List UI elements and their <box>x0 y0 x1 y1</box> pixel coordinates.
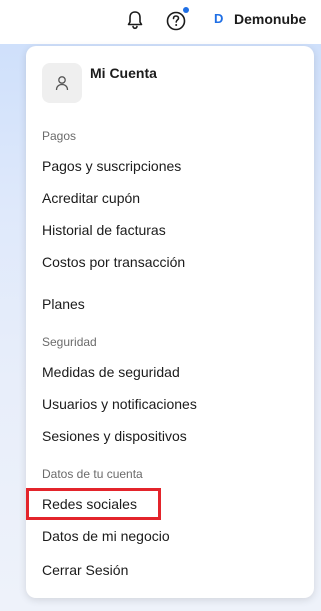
menu-title: Mi Cuenta <box>90 65 157 81</box>
menu-item-sesiones-dispositivos[interactable]: Sesiones y dispositivos <box>42 428 187 444</box>
user-icon <box>42 63 82 103</box>
top-bar: D Demonube <box>0 0 321 44</box>
menu-item-historial-facturas[interactable]: Historial de facturas <box>42 222 166 238</box>
menu-item-costos-transaccion[interactable]: Costos por transacción <box>42 254 185 270</box>
menu-item-datos-negocio[interactable]: Datos de mi negocio <box>42 528 170 544</box>
menu-item-usuarios-notificaciones[interactable]: Usuarios y notificaciones <box>42 396 197 412</box>
section-label-datos-cuenta: Datos de tu cuenta <box>42 467 143 481</box>
account-menu: Mi Cuenta Pagos Pagos y suscripciones Ac… <box>26 46 314 598</box>
menu-item-planes[interactable]: Planes <box>42 296 85 312</box>
help-badge <box>183 7 189 13</box>
avatar[interactable]: D <box>214 11 223 26</box>
menu-item-acreditar-cupon[interactable]: Acreditar cupón <box>42 190 140 206</box>
menu-item-redes-sociales[interactable]: Redes sociales <box>42 496 137 512</box>
section-label-pagos: Pagos <box>42 129 77 143</box>
section-label-seguridad: Seguridad <box>42 335 97 349</box>
menu-item-medidas-seguridad[interactable]: Medidas de seguridad <box>42 364 180 380</box>
menu-item-pagos-suscripciones[interactable]: Pagos y suscripciones <box>42 158 181 174</box>
bell-icon[interactable] <box>124 9 146 31</box>
menu-item-cerrar-sesion[interactable]: Cerrar Sesión <box>42 562 128 578</box>
username-label[interactable]: Demonube <box>234 11 306 27</box>
